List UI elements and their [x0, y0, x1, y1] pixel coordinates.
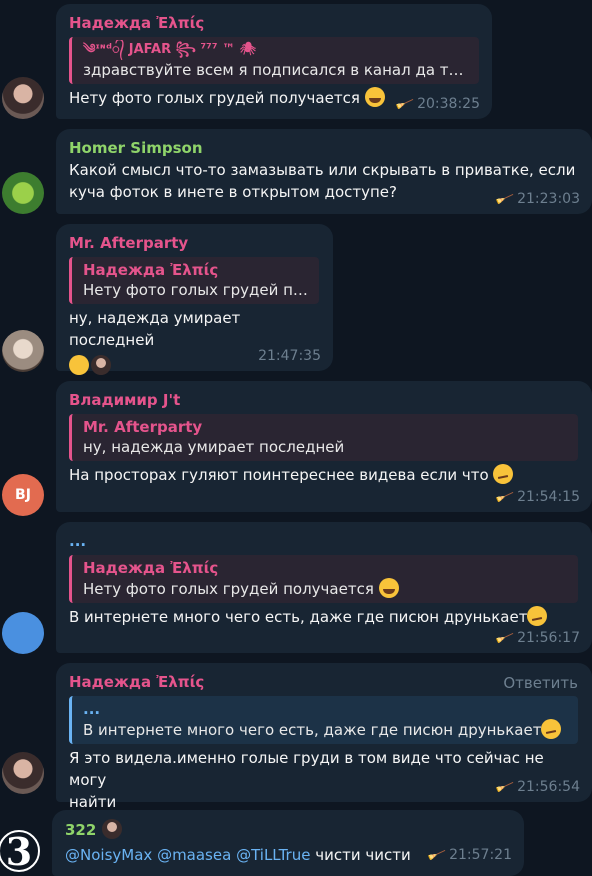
reply-text: здравствуйте всем я подписался в канал д… [83, 61, 471, 79]
mention-link[interactable]: @NoisyMax [65, 846, 152, 864]
message-bubble[interactable]: 322 @NoisyMax @maasea @TiLLTrue чисти чи… [52, 810, 524, 876]
message-time: 20:38:25 [417, 96, 480, 112]
avatar[interactable]: BJ [2, 474, 44, 516]
message-time: 21:56:17 [517, 630, 580, 646]
message-text-content: На просторах гуляют поинтереснее видева … [69, 466, 489, 484]
message-meta: 🧹 21:23:03 [493, 189, 580, 209]
reply-button[interactable]: Ответить [503, 674, 578, 692]
broom-icon: 🧹 [393, 94, 415, 114]
sender-name-text: 322 [65, 821, 97, 839]
message-text-content: В интернете много чего есть, даже где пи… [69, 608, 528, 626]
reaction-avatar [91, 355, 111, 375]
reply-text: В интернете много чего есть, даже где пи… [83, 719, 570, 741]
sender-badge-avatar [101, 819, 122, 839]
reply-quote[interactable]: ༄ᶦᶰᵈ᭄ JAFAR ꧂ ⁷⁷⁷ ™ 🕷 здравствуйте всем … [69, 37, 479, 84]
message-bubble[interactable]: Mr. Afterparty Надежда Ἐλπίς Нету фото г… [56, 224, 333, 375]
reply-name: Надежда Ἐλπίς [83, 559, 219, 577]
mention-link[interactable]: @TiLLTrue [236, 846, 310, 864]
reply-quote[interactable]: ... В интернете много чего есть, даже гд… [69, 696, 578, 744]
message-time: 21:54:15 [517, 489, 580, 505]
message-time: 21:57:21 [449, 847, 512, 863]
avatar[interactable] [2, 612, 44, 654]
message-time: 21:56:54 [517, 779, 580, 795]
message-text: В интернете много чего есть, даже где пи… [69, 606, 579, 628]
message-bubble[interactable]: Надежда Ἐλπίς Ответить ... В интернете м… [56, 663, 592, 811]
message-meta: 🧹 21:56:54 [493, 777, 580, 797]
reply-quote[interactable]: Mr. Afterparty ну, надежда умирает после… [69, 414, 578, 461]
reply-name: ༄ᶦᶰᵈ᭄ JAFAR ꧂ ⁷⁷⁷ ™ 🕷 [83, 42, 257, 57]
reply-text: ну, надежда умирает последней [83, 438, 345, 456]
message-text-content: чисти чисти [315, 846, 411, 864]
message-text-content: Нету фото голых грудей получается [69, 89, 360, 107]
message-bubble[interactable]: Надежда Ἐλπίς ༄ᶦᶰᵈ᭄ JAFAR ꧂ ⁷⁷⁷ ™ 🕷 здра… [56, 4, 492, 119]
sender-name[interactable]: ... [69, 531, 579, 552]
message-text: На просторах гуляют поинтереснее видева … [69, 464, 579, 486]
avatar[interactable] [2, 77, 44, 119]
reply-text: Нету фото голых грудей получается [83, 578, 570, 600]
message-bubble[interactable]: Владимир J't Mr. Afterparty ну, надежда … [56, 381, 592, 512]
message-meta: 🧹 21:57:21 [425, 845, 512, 865]
smirk-emoji-icon [493, 464, 514, 484]
avatar[interactable] [2, 172, 44, 214]
sender-name[interactable]: Владимир J't [69, 390, 579, 411]
broom-icon: 🧹 [493, 487, 515, 507]
reply-text-content: В интернете много чего есть, даже где пи… [83, 721, 542, 739]
avatar[interactable]: 3 [0, 830, 40, 872]
message-bubble[interactable]: ... Надежда Ἐλπίς Нету фото голых грудей… [56, 522, 592, 653]
message-meta: 🧹 21:54:15 [493, 487, 580, 507]
message-time: 21:47:35 [258, 348, 321, 364]
crying-emoji-icon[interactable] [69, 355, 89, 375]
broom-icon: 🧹 [493, 628, 515, 648]
avatar[interactable] [2, 330, 44, 372]
reply-name: Mr. Afterparty [83, 418, 203, 436]
reply-name: Надежда Ἐλπίς [83, 261, 219, 279]
reply-quote[interactable]: Надежда Ἐλπίς Нету фото голых грудей по.… [69, 257, 319, 304]
message-text-line: Какой смысл что-то замазывать или скрыва… [69, 161, 576, 179]
avatar[interactable] [2, 752, 44, 794]
reply-quote[interactable]: Надежда Ἐλπίς Нету фото голых грудей пол… [69, 555, 578, 603]
message-bubble[interactable]: Homer Simpson Какой смысл что-то замазыв… [56, 129, 592, 214]
sender-name[interactable]: 322 [65, 819, 511, 840]
message-meta: 🧹 21:56:17 [493, 628, 580, 648]
message-meta: 21:47:35 [258, 348, 321, 364]
mention-link[interactable]: @maasea [157, 846, 231, 864]
reply-name: ... [83, 700, 101, 718]
crying-emoji-icon [378, 578, 399, 598]
sender-name[interactable]: Mr. Afterparty [69, 233, 320, 254]
message-text: ну, надежда умирает последней [69, 309, 241, 349]
reply-text: Нету фото голых грудей по... [83, 281, 311, 299]
message-time: 21:23:03 [517, 191, 580, 207]
reply-text-content: Нету фото голых грудей получается [83, 580, 374, 598]
broom-icon: 🧹 [425, 845, 447, 865]
message-meta: 🧹 20:38:25 [393, 94, 480, 114]
broom-icon: 🧹 [493, 189, 515, 209]
sender-name[interactable]: Надежда Ἐλπίς [69, 13, 479, 34]
laughing-emoji-icon [527, 606, 548, 626]
laughing-emoji-icon [541, 719, 562, 739]
crying-emoji-icon [364, 87, 385, 107]
sender-name[interactable]: Homer Simpson [69, 138, 579, 159]
broom-icon: 🧹 [493, 777, 515, 797]
